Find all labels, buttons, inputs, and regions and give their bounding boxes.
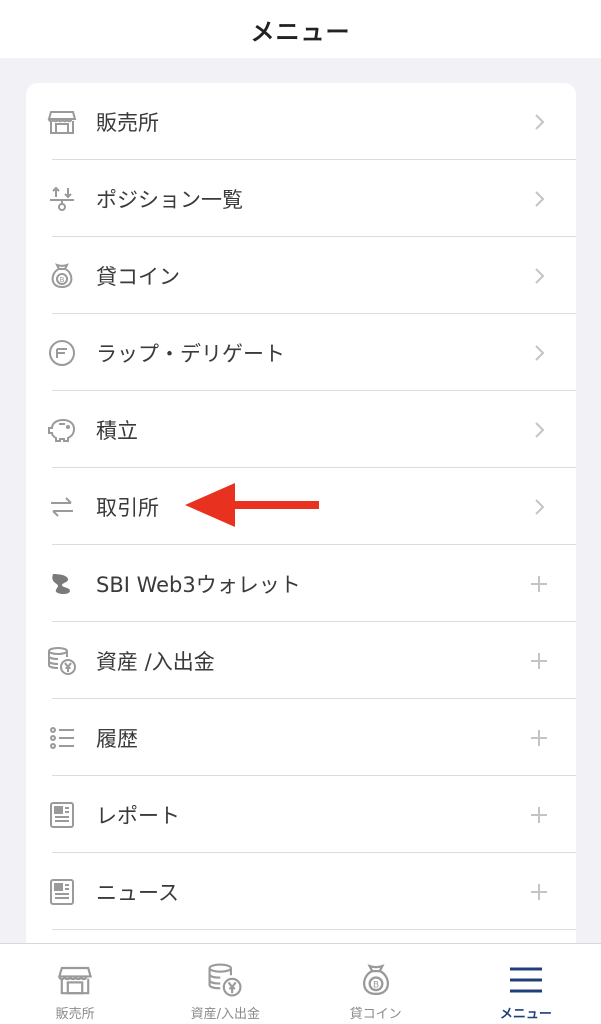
coin-bag-icon: B <box>356 960 396 1000</box>
menu-item-label: ポジション一覧 <box>96 187 243 212</box>
chevron-right-icon <box>528 419 550 441</box>
exchange-icon <box>46 491 78 523</box>
piggy-bank-icon <box>46 414 78 446</box>
menu-item-label: 履歴 <box>96 726 138 751</box>
menu-item-accumulation[interactable]: 積立 <box>26 391 576 468</box>
chevron-right-icon <box>528 111 550 133</box>
tab-menu[interactable]: メニュー <box>451 944 601 1024</box>
chevron-right-icon <box>528 188 550 210</box>
chevron-right-icon <box>528 496 550 518</box>
menu-item-label: 貸コイン <box>96 264 180 289</box>
hamburger-menu-icon <box>506 960 546 1000</box>
menu-item-label: 資産 /入出金 <box>96 649 215 674</box>
app-header: メニュー <box>0 0 601 58</box>
position-icon <box>46 183 78 215</box>
tab-label: 販売所 <box>55 1007 95 1022</box>
plus-icon <box>528 573 550 595</box>
svg-text:B: B <box>60 276 65 284</box>
coin-bag-icon: B <box>46 260 78 292</box>
menu-item-wrap-delegate[interactable]: ラップ・デリゲート <box>26 314 576 391</box>
chevron-right-icon <box>528 342 550 364</box>
store-icon <box>55 960 95 1000</box>
report-icon <box>46 799 78 831</box>
plus-icon <box>528 727 550 749</box>
list-icon <box>46 722 78 754</box>
news-icon <box>46 876 78 908</box>
tab-assets[interactable]: 資産/入出金 <box>150 944 300 1024</box>
menu-item-news[interactable]: ニュース <box>26 853 576 930</box>
plus-icon <box>528 881 550 903</box>
page-title: メニュー <box>250 17 351 46</box>
menu-item-positions[interactable]: ポジション一覧 <box>26 160 576 237</box>
menu-item-label: 取引所 <box>96 495 159 520</box>
menu-item-label: レポート <box>96 803 180 828</box>
tab-label: 資産/入出金 <box>190 1007 261 1022</box>
red-arrow-annotation <box>185 483 319 527</box>
menu-item-label: ニュース <box>96 880 179 905</box>
wrap-icon <box>46 337 78 369</box>
plus-icon <box>528 804 550 826</box>
plus-icon <box>528 650 550 672</box>
menu-item-lending[interactable]: B 貸コイン <box>26 237 576 314</box>
chevron-right-icon <box>528 265 550 287</box>
coin-stack-yen-icon <box>46 645 78 677</box>
store-icon <box>46 106 78 138</box>
menu-item-web3-wallet[interactable]: SBI Web3ウォレット <box>26 545 576 622</box>
svg-text:B: B <box>373 981 379 991</box>
menu-item-label: 積立 <box>96 418 138 443</box>
menu-item-store[interactable]: 販売所 <box>26 83 576 160</box>
wallet-logo-icon <box>46 568 78 600</box>
tab-label: メニュー <box>499 1007 552 1022</box>
menu-item-label: ラップ・デリゲート <box>96 341 285 366</box>
menu-item-assets[interactable]: 資産 /入出金 <box>26 622 576 699</box>
bottom-tab-bar: 販売所 資産/入出金 B 貸コイン メニュー <box>0 943 601 1024</box>
menu-item-label: 販売所 <box>96 110 159 135</box>
tab-lending[interactable]: B 貸コイン <box>301 944 451 1024</box>
tab-store[interactable]: 販売所 <box>0 944 150 1024</box>
tab-label: 貸コイン <box>349 1007 402 1022</box>
menu-item-history[interactable]: 履歴 <box>26 699 576 776</box>
coin-stack-yen-icon <box>205 960 245 1000</box>
menu-item-report[interactable]: レポート <box>26 776 576 853</box>
menu-item-label: SBI Web3ウォレット <box>96 572 301 597</box>
